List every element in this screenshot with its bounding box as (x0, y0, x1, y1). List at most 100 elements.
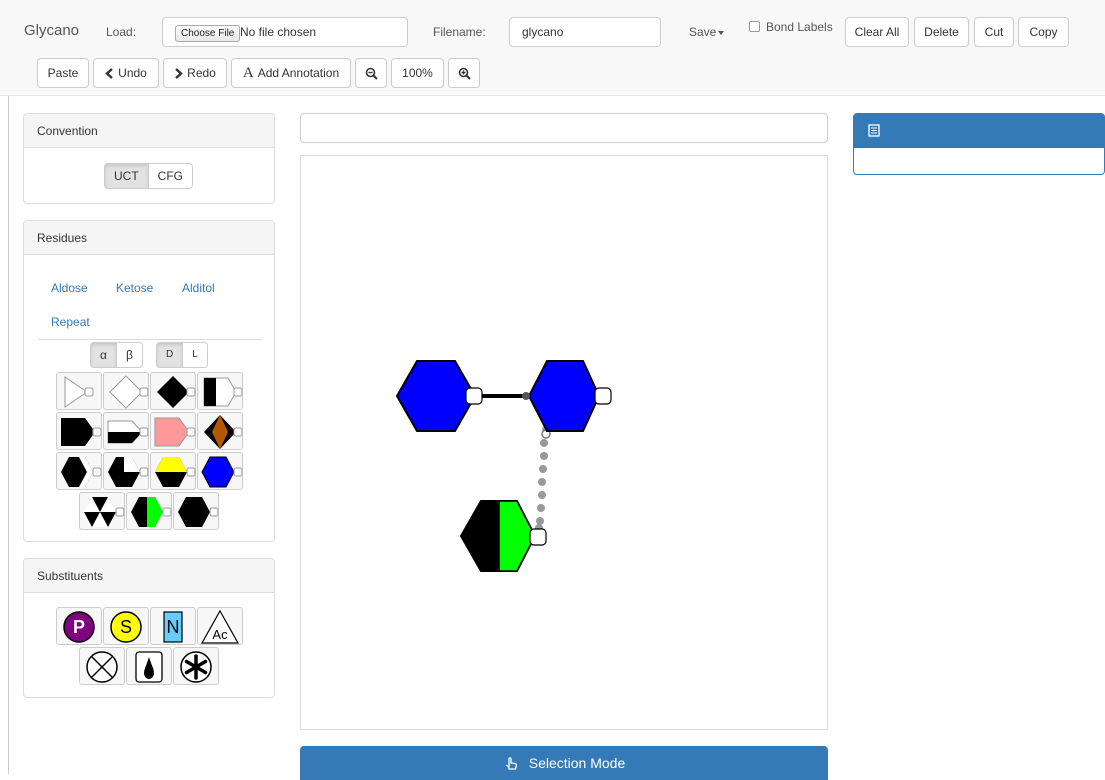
undo-label: Undo (118, 66, 147, 80)
delete-label: Delete (924, 25, 959, 39)
bond-end-dot (522, 392, 530, 400)
residue-split-pentagon-tile[interactable] (103, 412, 149, 450)
glycan-structure (395, 360, 612, 572)
convention-panel: Convention UCT CFG (23, 113, 275, 204)
residues-divider (38, 339, 262, 340)
annotation-input[interactable] (300, 113, 828, 143)
phosphate-symbol: P (73, 617, 85, 637)
file-input[interactable]: Choose File No file chosen (162, 17, 408, 47)
residue-black-hexagon-a-tile[interactable] (56, 452, 102, 490)
selection-mode-label: Selection Mode (528, 755, 626, 771)
drawing-canvas[interactable] (300, 155, 828, 730)
filename-input[interactable] (509, 17, 661, 47)
drop-tile[interactable] (126, 647, 172, 685)
undo-button[interactable]: Undo (93, 58, 159, 88)
residue-half-black-tile[interactable] (197, 372, 243, 410)
convention-uct-button[interactable]: UCT (104, 163, 149, 189)
file-status-text: No file chosen (240, 25, 317, 39)
residue-black-hexagon-tile[interactable] (173, 492, 219, 530)
residue-blue-hexagon-tile[interactable] (197, 452, 243, 490)
hand-pointer-icon (505, 757, 517, 770)
filename-label: Filename: (433, 25, 486, 39)
zoom-in-icon (458, 67, 471, 80)
load-label: Load: (106, 25, 137, 39)
residue-black-hexagon-b-tile[interactable] (103, 452, 149, 490)
save-label: Save (689, 25, 717, 39)
ketose-link[interactable]: Ketose (116, 281, 153, 295)
residue-pink-pentagon-tile[interactable] (150, 412, 196, 450)
zoom-level-button[interactable]: 100% (391, 58, 444, 88)
residue-3-anchor[interactable] (529, 528, 547, 546)
cross-circle-icon (86, 651, 118, 683)
alditol-link[interactable]: Alditol (182, 281, 215, 295)
chevron-left-icon (105, 67, 113, 79)
substituents-panel: Substituents P S N Ac (23, 558, 275, 698)
residue-2-anchor[interactable] (594, 387, 612, 405)
copy-label: Copy (1029, 25, 1058, 39)
copy-button[interactable]: Copy (1018, 17, 1069, 47)
residue-black-diamond-tile[interactable] (150, 372, 196, 410)
convention-cfg-button[interactable]: CFG (147, 163, 194, 189)
config-toggle: D L (156, 342, 208, 368)
sulfate-tile[interactable]: S (103, 607, 149, 645)
l-config-button[interactable]: L (182, 342, 208, 368)
residues-panel: Residues Aldose Ketose Alditol Repeat α … (23, 220, 275, 542)
alpha-button[interactable]: α (90, 342, 117, 368)
add-annotation-label: Add Annotation (257, 66, 340, 80)
zoom-in-button[interactable] (448, 58, 480, 88)
aldose-link[interactable]: Aldose (51, 281, 88, 295)
choose-file-button[interactable]: Choose File (175, 25, 241, 42)
residue-black-pentagon-tile[interactable] (56, 412, 102, 450)
cross-circle-tile[interactable] (79, 647, 125, 685)
residue-brown-diamond-tile[interactable] (197, 412, 243, 450)
bond-labels-checkbox[interactable] (749, 21, 760, 32)
bond-labels-label: Bond Labels (766, 20, 833, 34)
paste-label: Paste (47, 66, 79, 80)
save-dropdown[interactable]: Save (689, 25, 725, 39)
redo-button[interactable]: Redo (163, 58, 227, 88)
zoom-out-button[interactable] (355, 58, 387, 88)
amino-tile[interactable]: N (150, 607, 196, 645)
clear-all-button[interactable]: Clear All (845, 17, 909, 47)
acetyl-symbol: Ac (212, 627, 228, 642)
clear-all-label: Clear All (854, 25, 900, 39)
add-annotation-button[interactable]: A Add Annotation (231, 58, 351, 88)
convention-toggle: UCT CFG (104, 163, 194, 189)
sulfate-icon: S (110, 611, 142, 643)
paste-button[interactable]: Paste (37, 58, 89, 88)
redo-label: Redo (187, 66, 216, 80)
caret-down-icon (718, 30, 725, 35)
top-toolbar: Glycano Load: Choose File No file chosen… (0, 0, 1105, 96)
list-icon[interactable] (868, 124, 880, 137)
residue-1-anchor[interactable] (465, 387, 483, 405)
blue-hexagon-residue-2[interactable] (527, 360, 601, 432)
residues-title: Residues (24, 221, 274, 255)
asterisk-icon (180, 651, 212, 683)
info-panel (853, 113, 1105, 175)
convention-title: Convention (24, 114, 274, 148)
chevron-right-icon (175, 67, 183, 79)
cut-button[interactable]: Cut (974, 17, 1014, 47)
font-a-icon: A (242, 64, 254, 81)
app-brand[interactable]: Glycano (24, 22, 79, 39)
cut-label: Cut (984, 25, 1004, 39)
drop-icon (135, 651, 163, 683)
zoom-out-icon (365, 67, 378, 80)
residue-radiation-tile[interactable] (79, 492, 125, 530)
blue-hexagon-residue-1[interactable] (395, 360, 477, 432)
asterisk-tile[interactable] (173, 647, 219, 685)
anomer-toggle: α β (90, 342, 143, 368)
zoom-level-label: 100% (402, 66, 433, 80)
phosphate-tile[interactable]: P (56, 607, 102, 645)
residue-yellow-hexagon-tile[interactable] (150, 452, 196, 490)
repeat-link[interactable]: Repeat (51, 315, 90, 329)
beta-button[interactable]: β (115, 342, 143, 368)
residue-green-hexagon-tile[interactable] (126, 492, 172, 530)
residue-triangle-tile[interactable] (56, 372, 102, 410)
residue-white-diamond-tile[interactable] (103, 372, 149, 410)
d-config-button[interactable]: D (156, 342, 184, 368)
sulfate-symbol: S (120, 617, 132, 637)
selection-mode-button[interactable]: Selection Mode (300, 746, 828, 780)
acetyl-tile[interactable]: Ac (197, 607, 243, 645)
delete-button[interactable]: Delete (914, 17, 969, 47)
